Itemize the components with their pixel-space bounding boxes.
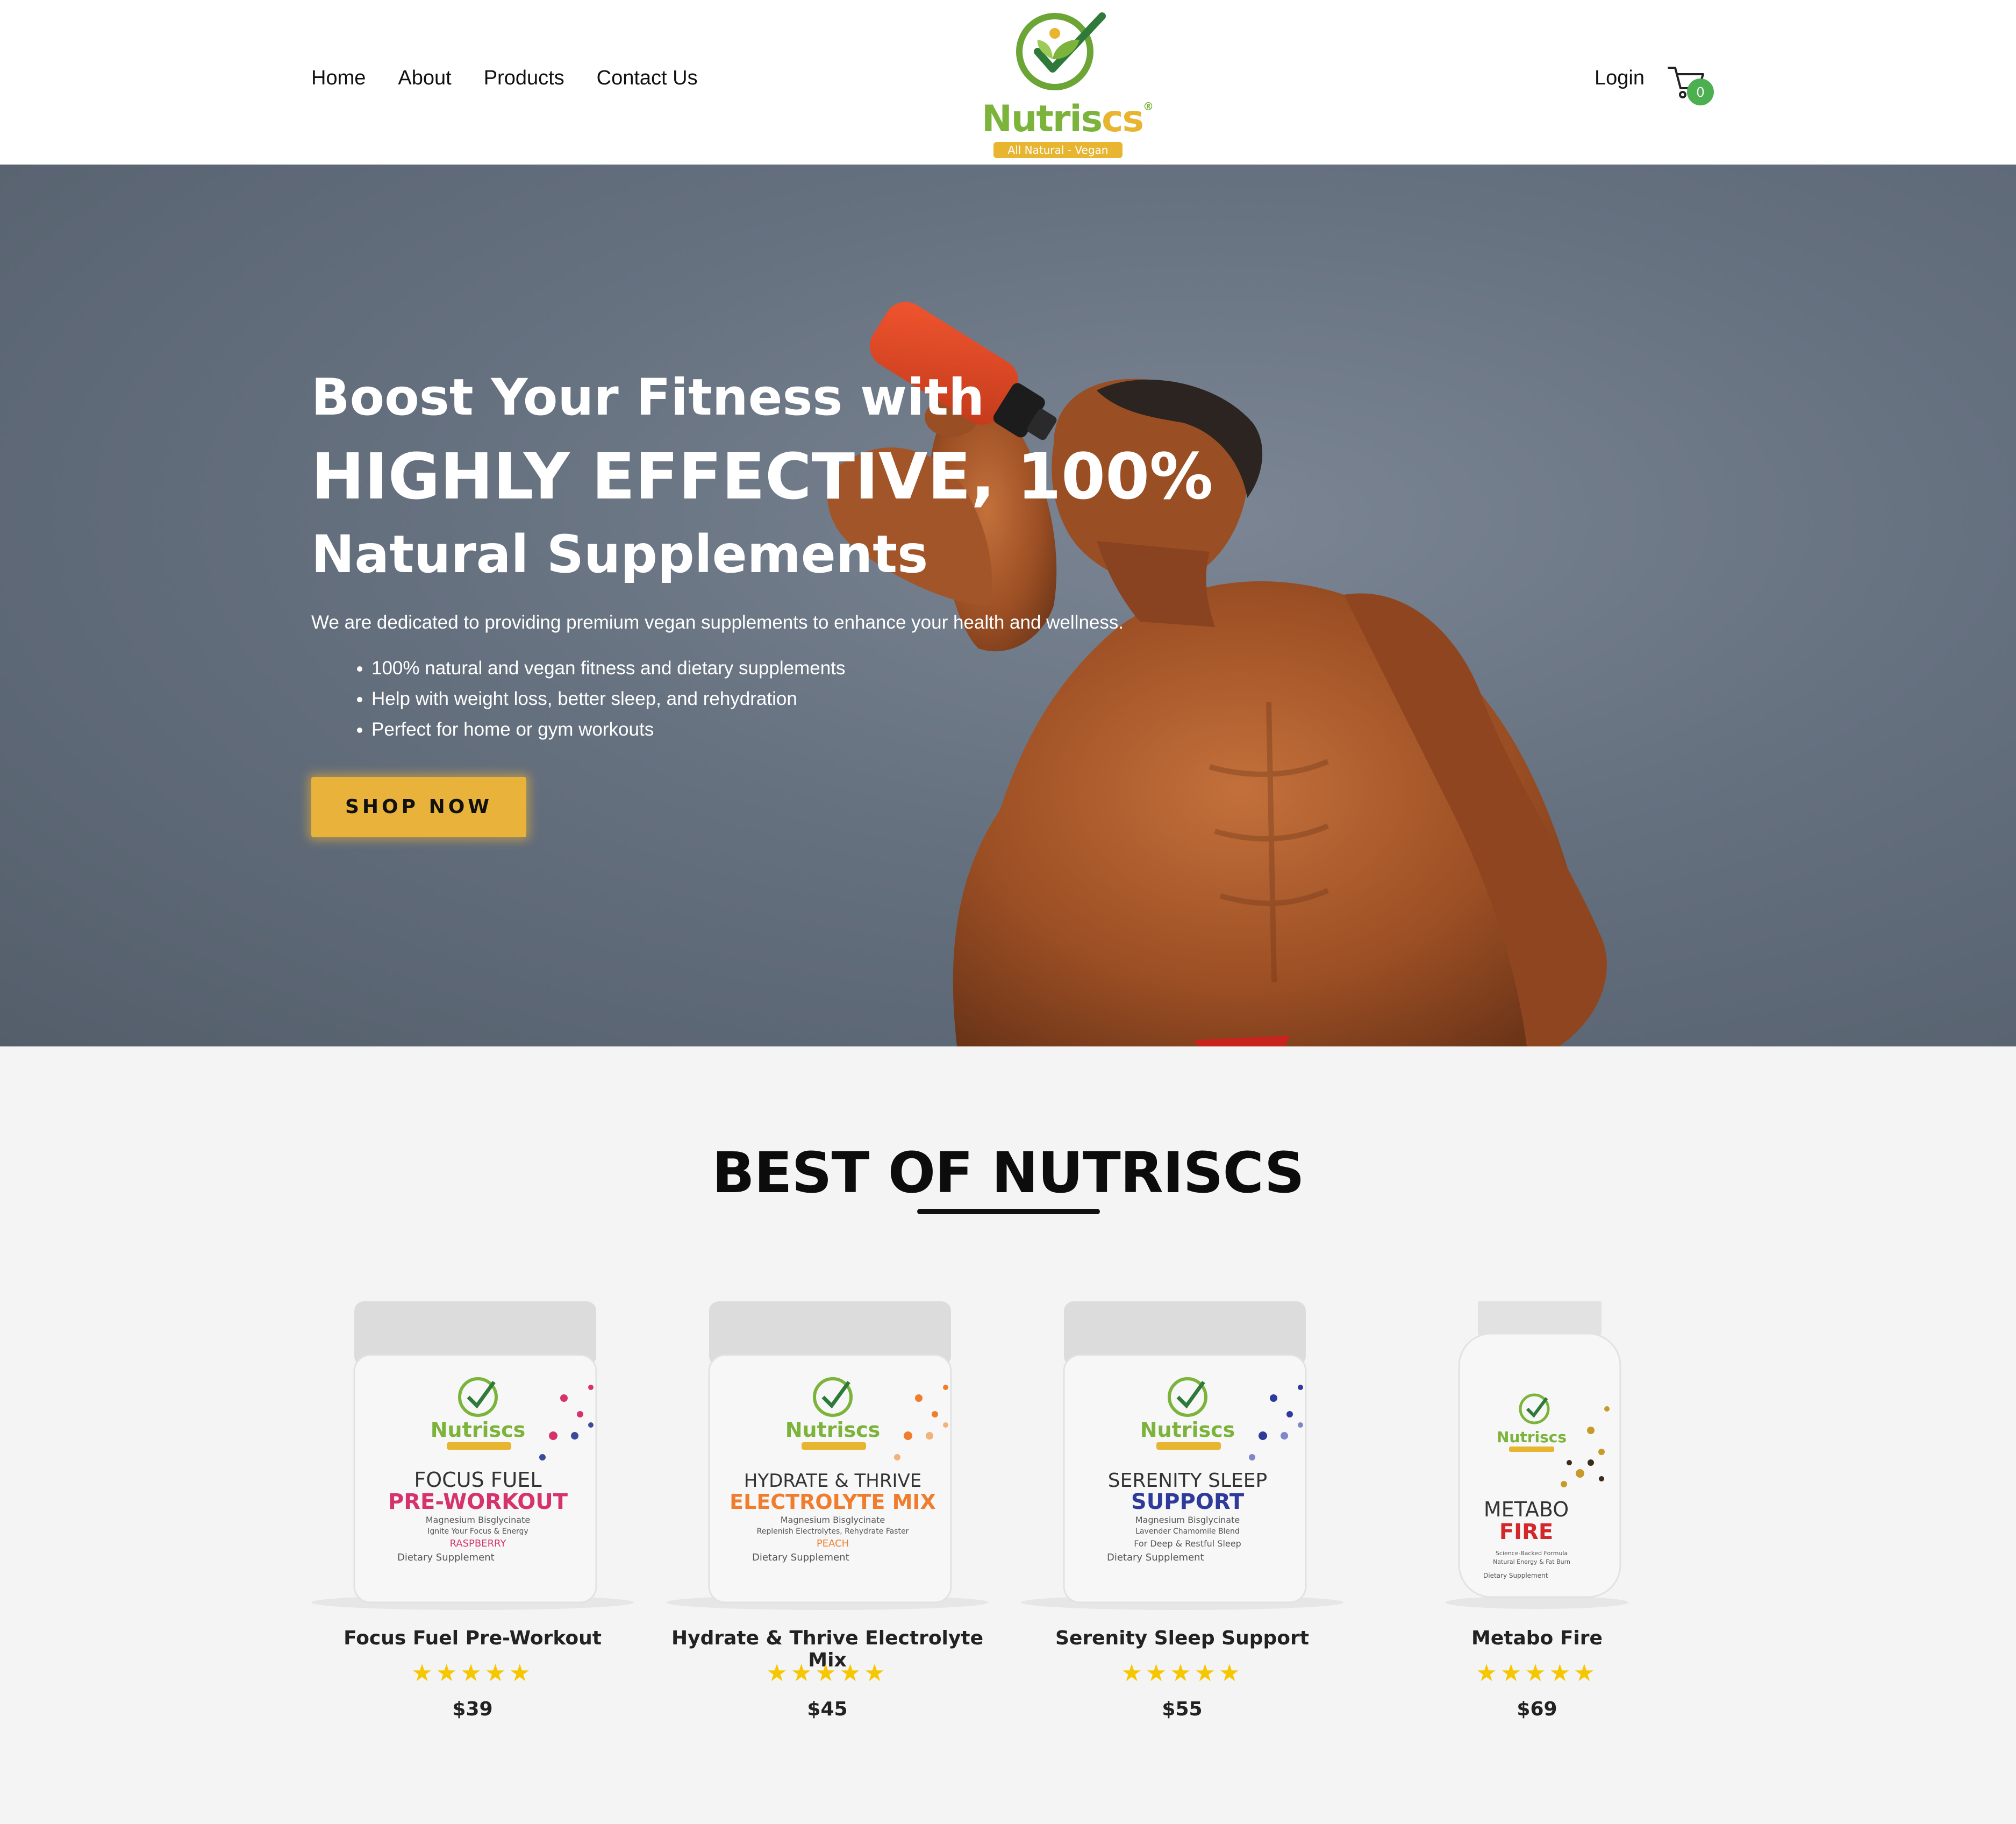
- hero-heading-line1: Boost Your Fitness with: [311, 368, 985, 427]
- svg-text:Nutriscs: Nutriscs: [431, 1418, 526, 1442]
- jar-label-sub1: Magnesium Bisglycinate: [426, 1515, 530, 1525]
- hero-benefit-item: Help with weight loss, better sleep, and…: [371, 683, 1279, 714]
- jar-label-line2: FIRE: [1499, 1520, 1553, 1544]
- jar-label-sub2: Natural Energy & Fat Burn: [1493, 1558, 1570, 1565]
- product-card[interactable]: Nutriscs SERENITY SLEEP SUPPORT Magnesiu…: [1021, 1301, 1343, 1742]
- product-jar-image: Nutriscs HYDRATE & THRIVE ELECTROLYTE MI…: [666, 1301, 989, 1610]
- jar-label-sub2: Ignite Your Focus & Energy: [427, 1527, 528, 1536]
- jar-label-line1: SERENITY SLEEP: [1108, 1470, 1267, 1492]
- product-price: $55: [1162, 1698, 1203, 1720]
- product-name[interactable]: Focus Fuel Pre-Workout: [311, 1627, 634, 1649]
- product-card[interactable]: Nutriscs FOCUS FUEL PRE-WORKOUT Magnesiu…: [311, 1301, 634, 1742]
- jar-label-sub1: Magnesium Bisglycinate: [781, 1515, 885, 1525]
- hero-description: We are dedicated to providing premium ve…: [311, 612, 1124, 633]
- best-of-heading: BEST OF NUTRISCS: [712, 1140, 1304, 1206]
- rating-stars-icon: ★★★★★: [766, 1660, 889, 1686]
- product-image[interactable]: Nutriscs HYDRATE & THRIVE ELECTROLYTE MI…: [666, 1301, 989, 1613]
- product-price: $45: [807, 1698, 848, 1720]
- product-jar-image: Nutriscs SERENITY SLEEP SUPPORT Magnesiu…: [1021, 1301, 1343, 1610]
- jar-label-footer: Dietary Supplement: [1483, 1572, 1548, 1579]
- logo-mark-icon: [1016, 12, 1106, 90]
- product-image[interactable]: Nutriscs SERENITY SLEEP SUPPORT Magnesiu…: [1021, 1301, 1343, 1613]
- site-logo[interactable]: Nutriscs® All Natural - Vegan: [974, 6, 1154, 158]
- jar-label-line2: PRE-WORKOUT: [388, 1490, 568, 1514]
- hero-heading-line2: HIGHLY EFFECTIVE, 100%: [311, 439, 1213, 514]
- jar-label-flavor: RASPBERRY: [450, 1538, 507, 1549]
- svg-text:Nutriscs: Nutriscs: [1497, 1428, 1567, 1446]
- product-name[interactable]: Metabo Fire: [1376, 1627, 1698, 1649]
- rating-stars-icon: ★★★★★: [1121, 1660, 1243, 1686]
- product-jar-image: Nutriscs FOCUS FUEL PRE-WORKOUT Magnesiu…: [311, 1301, 634, 1610]
- site-header: Home About Products Contact Us Nutriscs®…: [0, 0, 2016, 165]
- hero-content: Boost Your Fitness with HIGHLY EFFECTIVE…: [311, 368, 1279, 838]
- jar-label-footer: Dietary Supplement: [1107, 1552, 1204, 1563]
- logo-tagline: All Natural - Vegan: [993, 142, 1123, 158]
- cart-button[interactable]: 0: [1668, 63, 1716, 106]
- nav-contact-link[interactable]: Contact Us: [597, 67, 698, 90]
- heading-underline: [917, 1209, 1100, 1214]
- jar-label-footer: Dietary Supplement: [397, 1552, 495, 1563]
- product-price: $69: [1517, 1698, 1557, 1720]
- product-image[interactable]: Nutriscs FOCUS FUEL PRE-WORKOUT Magnesiu…: [311, 1301, 634, 1613]
- jar-label-sub2: Replenish Electrolytes, Rehydrate Faster: [757, 1527, 909, 1536]
- jar-label-flavor: PEACH: [817, 1538, 849, 1549]
- nav-about-link[interactable]: About: [398, 67, 451, 90]
- hero-benefit-list: 100% natural and vegan fitness and dieta…: [311, 653, 1279, 745]
- product-card[interactable]: Nutriscs HYDRATE & THRIVE ELECTROLYTE MI…: [666, 1301, 989, 1742]
- jar-label-sub1: Magnesium Bisglycinate: [1135, 1515, 1240, 1525]
- jar-label-line1: HYDRATE & THRIVE: [744, 1470, 922, 1492]
- svg-text:Nutriscs: Nutriscs: [1140, 1418, 1235, 1442]
- product-bottle-image: Nutriscs METABO FIRE Science-Backed Form…: [1446, 1296, 1628, 1609]
- hero-benefit-item: 100% natural and vegan fitness and dieta…: [371, 653, 1279, 683]
- main-nav: Home About Products Contact Us: [311, 67, 698, 90]
- jar-label-flavor: For Deep & Restful Sleep: [1134, 1538, 1241, 1549]
- shop-now-button[interactable]: SHOP NOW: [311, 777, 526, 838]
- jar-label-line2: ELECTROLYTE MIX: [730, 1490, 936, 1514]
- product-name[interactable]: Serenity Sleep Support: [1021, 1627, 1343, 1649]
- product-grid: Nutriscs FOCUS FUEL PRE-WORKOUT Magnesiu…: [311, 1296, 1706, 1742]
- jar-label-line2: SUPPORT: [1131, 1490, 1245, 1514]
- rating-stars-icon: ★★★★★: [411, 1660, 534, 1686]
- hero-benefit-item: Perfect for home or gym workouts: [371, 714, 1279, 745]
- nav-products-link[interactable]: Products: [484, 67, 564, 90]
- cart-count-badge: 0: [1687, 79, 1714, 105]
- hero-heading-line3: Natural Supplements: [311, 524, 928, 585]
- rating-stars-icon: ★★★★★: [1476, 1660, 1598, 1686]
- product-price: $39: [452, 1698, 493, 1720]
- jar-label-line1: METABO: [1484, 1498, 1569, 1521]
- logo-wordmark: Nutriscs®: [982, 98, 1154, 140]
- jar-label-footer: Dietary Supplement: [752, 1552, 849, 1563]
- jar-label-sub1: Science-Backed Formula: [1496, 1550, 1568, 1557]
- jar-label-sub2: Lavender Chamomile Blend: [1135, 1527, 1240, 1536]
- login-link[interactable]: Login: [1595, 67, 1645, 90]
- product-image[interactable]: Nutriscs METABO FIRE Science-Backed Form…: [1376, 1296, 1698, 1613]
- hero-banner: Boost Your Fitness with HIGHLY EFFECTIVE…: [0, 165, 2016, 1046]
- svg-text:Nutriscs: Nutriscs: [785, 1418, 881, 1442]
- product-card[interactable]: Nutriscs METABO FIRE Science-Backed Form…: [1376, 1296, 1698, 1742]
- nav-home-link[interactable]: Home: [311, 67, 366, 90]
- jar-label-line1: FOCUS FUEL: [414, 1468, 541, 1492]
